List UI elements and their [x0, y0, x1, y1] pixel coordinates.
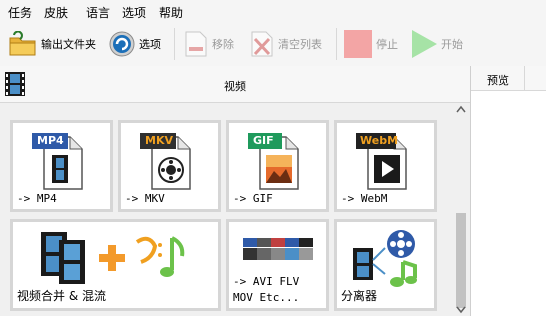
menu-options[interactable]: 选项	[122, 4, 146, 21]
splitter-label: 分离器	[341, 289, 378, 303]
start-button[interactable]: 开始	[410, 28, 463, 60]
webm-label: -> WebM	[341, 192, 388, 205]
stop-label: 停止	[376, 38, 398, 51]
clear-list-icon	[251, 31, 273, 57]
gif-label: -> GIF	[233, 192, 273, 205]
convert-mp4-tile[interactable]: MP4 -> MP4	[10, 120, 113, 212]
convert-mkv-tile[interactable]: MKV -> MKV	[118, 120, 221, 212]
menu-bar: 任务 皮肤 语言 选项 帮助	[0, 0, 546, 22]
video-panel-header: 视频	[0, 66, 470, 103]
format-strip-icon	[243, 238, 313, 260]
clear-list-button[interactable]: 清空列表	[249, 28, 322, 60]
stop-icon	[344, 30, 372, 58]
play-icon	[412, 30, 437, 58]
toolbar-separator	[336, 28, 337, 60]
menu-task[interactable]: 任务	[8, 4, 32, 21]
preview-header: 预览	[471, 66, 546, 91]
convert-webm-tile[interactable]: WebM -> WebM	[334, 120, 437, 212]
start-label: 开始	[441, 38, 463, 51]
options-gear-icon	[109, 31, 135, 57]
video-merge-mux-tile[interactable]: 视频合并 & 混流	[10, 219, 221, 311]
toolbar: 输出文件夹 选项 移除 清空列表 停止 开始	[0, 22, 546, 67]
folder-icon	[9, 31, 36, 56]
video-panel-title: 视频	[224, 80, 246, 93]
vertical-scrollbar[interactable]	[452, 103, 470, 316]
format-grid: MP4 -> MP4 MKV -> MKV GIF -> GIF WebM ->…	[0, 103, 452, 316]
preview-panel: 预览	[471, 66, 546, 316]
menu-language[interactable]: 语言	[86, 4, 110, 21]
scrollbar-thumb[interactable]	[456, 213, 466, 308]
remove-icon	[185, 31, 207, 57]
gif-badge: GIF	[253, 134, 274, 147]
convert-other-formats-tile[interactable]: -> AVI FLV MOV Etc...	[226, 219, 329, 311]
video-panel: 视频 MP4 -> MP4 MKV -> MKV GIF -> GIF WebM…	[0, 66, 471, 316]
options-button[interactable]: 选项	[108, 28, 161, 60]
mkv-label: -> MKV	[125, 192, 165, 205]
merge-film-music-icon	[41, 232, 185, 284]
stop-button[interactable]: 停止	[343, 28, 398, 60]
remove-button[interactable]: 移除	[183, 28, 234, 60]
output-folder-button[interactable]: 输出文件夹	[8, 28, 96, 60]
remove-label: 移除	[212, 38, 234, 51]
menu-skin[interactable]: 皮肤	[44, 4, 68, 21]
options-label: 选项	[139, 38, 161, 51]
mp4-badge: MP4	[37, 134, 64, 147]
webm-badge: WebM	[360, 134, 399, 147]
menu-help[interactable]: 帮助	[159, 4, 183, 21]
splitter-film-music-icon	[353, 230, 417, 287]
output-folder-label: 输出文件夹	[41, 38, 96, 51]
convert-gif-tile[interactable]: GIF -> GIF	[226, 120, 329, 212]
clear-list-label: 清空列表	[278, 38, 322, 51]
merge-mux-label: 视频合并 & 混流	[17, 289, 106, 303]
mp4-label: -> MP4	[17, 192, 57, 205]
splitter-tile[interactable]: 分离器	[334, 219, 437, 311]
other-formats-label-line2: MOV Etc...	[233, 291, 300, 304]
mkv-badge: MKV	[145, 134, 173, 147]
toolbar-separator	[174, 28, 175, 60]
other-formats-label-line1: -> AVI FLV	[233, 275, 300, 288]
scroll-up-arrow-icon[interactable]	[456, 105, 466, 113]
preview-header-divider	[524, 66, 525, 90]
scroll-down-arrow-icon[interactable]	[456, 306, 466, 314]
preview-title: 预览	[487, 74, 509, 87]
